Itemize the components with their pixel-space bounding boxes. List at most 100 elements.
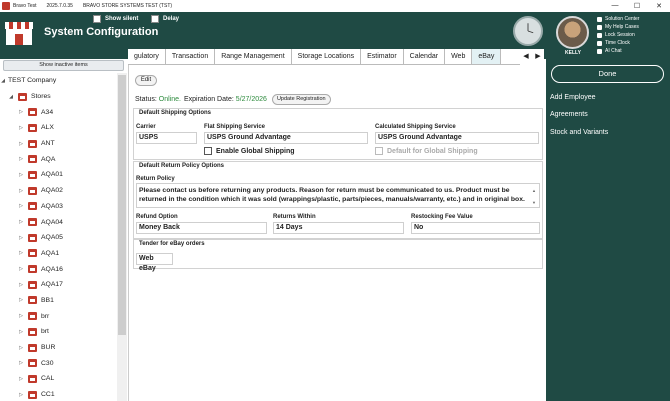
solution-center-link[interactable]: Solution Center [597, 15, 639, 23]
tab-gulatory[interactable]: gulatory [128, 49, 166, 64]
tree-store-item[interactable]: ▷ AQA04 [0, 214, 117, 230]
expand-arrow-icon[interactable]: ▷ [18, 172, 24, 178]
tree-store-item[interactable]: ▷ BUR [0, 340, 117, 356]
tree-store-item[interactable]: ▷ AQA16 [0, 261, 117, 277]
refund-option-field[interactable]: Money Back [136, 222, 267, 234]
expand-arrow-icon[interactable]: ▷ [18, 203, 24, 209]
tree-store-item[interactable]: ▷ brt [0, 324, 117, 340]
tab-calendar[interactable]: Calendar [403, 49, 446, 64]
tree-store-item[interactable]: ▷ AQA17 [0, 277, 117, 293]
default-global-box[interactable] [375, 147, 383, 155]
collapse-arrow-icon[interactable]: ◢ [8, 94, 14, 100]
returns-within-label: Returns Within [273, 214, 316, 220]
tab-prev-icon[interactable]: ◀ [520, 49, 532, 65]
collapse-arrow-icon[interactable]: ◢ [0, 78, 6, 84]
maximize-button[interactable]: ☐ [626, 2, 648, 10]
expand-arrow-icon[interactable]: ▷ [18, 250, 24, 256]
expand-arrow-icon[interactable]: ▷ [18, 141, 24, 147]
tree-company[interactable]: ◢ TEST Company [0, 73, 117, 89]
textarea-scroll-icon[interactable]: ▲ ▼ [530, 185, 538, 207]
delay-box[interactable] [151, 15, 159, 23]
expand-arrow-icon[interactable]: ▷ [18, 345, 24, 351]
left-scrollbar[interactable] [117, 73, 127, 401]
tree-stores[interactable]: ◢ Stores [0, 89, 117, 105]
expand-arrow-icon[interactable]: ▷ [18, 297, 24, 303]
expand-arrow-icon[interactable]: ▷ [18, 219, 24, 225]
tree-store-item[interactable]: ▷ CAL [0, 371, 117, 387]
quick-links: Solution Center My Help Cases Lock Sessi… [597, 15, 639, 55]
agreements-link[interactable]: Agreements [550, 111, 588, 118]
store-icon [28, 265, 37, 274]
tree-store-item[interactable]: ▷ AQA1 [0, 246, 117, 262]
tab-ebay[interactable]: eBay [472, 49, 502, 64]
expand-arrow-icon[interactable]: ▷ [18, 156, 24, 162]
my-help-cases-link[interactable]: My Help Cases [597, 23, 639, 31]
tree-store-item[interactable]: ▷ A34 [0, 104, 117, 120]
tree-store-item[interactable]: ▷ BB1 [0, 293, 117, 309]
tab-web[interactable]: Web [445, 49, 473, 64]
close-button[interactable]: ✕ [648, 2, 670, 10]
tender-title: Tender for eBay orders [139, 241, 205, 247]
tab-range-management[interactable]: Range Management [215, 49, 292, 64]
tab-transaction[interactable]: Transaction [165, 49, 216, 64]
app-version: 2025.7.0.35 [46, 3, 73, 9]
enable-global-box[interactable] [204, 147, 212, 155]
expand-arrow-icon[interactable]: ▷ [18, 329, 24, 335]
lock-session-link[interactable]: Lock Session [597, 31, 639, 39]
update-registration-button[interactable]: Update Registration [271, 94, 331, 105]
carrier-field[interactable]: USPS [136, 132, 197, 144]
restocking-fee-field[interactable]: No [411, 222, 540, 234]
default-global-shipping-checkbox[interactable]: Default for Global Shipping [375, 147, 478, 155]
expand-arrow-icon[interactable]: ▷ [18, 125, 24, 131]
tree-store-item[interactable]: ▷ C30 [0, 355, 117, 371]
expand-arrow-icon[interactable]: ▷ [18, 392, 24, 398]
show-silent-box[interactable] [93, 15, 101, 23]
tree-store-item[interactable]: ▷ brr [0, 308, 117, 324]
calc-shipping-field[interactable]: USPS Ground Advantage [375, 132, 539, 144]
delay-checkbox[interactable]: Delay [151, 15, 179, 23]
tender-field[interactable]: Web eBay [136, 253, 173, 272]
ai-chat-link[interactable]: AI Chat [597, 47, 639, 55]
show-silent-checkbox[interactable]: Show silent [93, 15, 138, 23]
expand-arrow-icon[interactable]: ▷ [18, 109, 24, 115]
window-titlebar: Bravo Test 2025.7.0.35 BRAVO STORE SYSTE… [0, 0, 670, 12]
avatar[interactable] [556, 16, 589, 49]
app-name: Bravo Test [13, 3, 37, 9]
tree-store-item[interactable]: ▷ AQA [0, 151, 117, 167]
done-button[interactable]: Done [551, 65, 664, 83]
tree-store-item[interactable]: ▷ AQA03 [0, 199, 117, 215]
expand-arrow-icon[interactable]: ▷ [18, 360, 24, 366]
add-employee-link[interactable]: Add Employee [550, 94, 596, 101]
show-inactive-button[interactable]: Show inactive items [3, 60, 124, 71]
store-icon [28, 343, 37, 352]
refund-option-label: Refund Option [136, 214, 178, 220]
flat-shipping-field[interactable]: USPS Ground Advantage [204, 132, 368, 144]
returns-within-field[interactable]: 14 Days [273, 222, 404, 234]
scrollbar-thumb[interactable] [118, 75, 126, 335]
calc-shipping-label: Calculated Shipping Service [375, 124, 456, 130]
minimize-button[interactable]: — [604, 2, 626, 10]
tree-store-item[interactable]: ▷ AQA05 [0, 230, 117, 246]
expand-arrow-icon[interactable]: ▷ [18, 282, 24, 288]
expand-arrow-icon[interactable]: ▷ [18, 313, 24, 319]
tree-store-item[interactable]: ▷ AQA01 [0, 167, 117, 183]
time-clock-link[interactable]: Time Clock [597, 39, 639, 47]
return-policy-textarea[interactable]: Please contact us before returning any p… [136, 183, 540, 208]
expand-arrow-icon[interactable]: ▷ [18, 376, 24, 382]
expand-arrow-icon[interactable]: ▷ [18, 235, 24, 241]
enable-global-shipping-checkbox[interactable]: Enable Global Shipping [204, 147, 295, 155]
edit-button[interactable]: Edit [135, 75, 157, 86]
tender-group: Tender for eBay orders Web eBay [133, 239, 543, 272]
tree-store-item[interactable]: ▷ ALX [0, 120, 117, 136]
tree-store-item[interactable]: ▷ CC1 [0, 387, 117, 401]
store-icon [28, 108, 37, 117]
tree-store-item[interactable]: ▷ AQA02 [0, 183, 117, 199]
tab-next-icon[interactable]: ▶ [532, 49, 544, 65]
expand-arrow-icon[interactable]: ▷ [18, 266, 24, 272]
tab-storage-locations[interactable]: Storage Locations [291, 49, 362, 64]
expand-arrow-icon[interactable]: ▷ [18, 188, 24, 194]
cases-icon [597, 24, 602, 30]
tab-estimator[interactable]: Estimator [361, 49, 404, 64]
tree-store-item[interactable]: ▷ ANT [0, 136, 117, 152]
stock-and-variants-link[interactable]: Stock and Variants [550, 129, 608, 136]
